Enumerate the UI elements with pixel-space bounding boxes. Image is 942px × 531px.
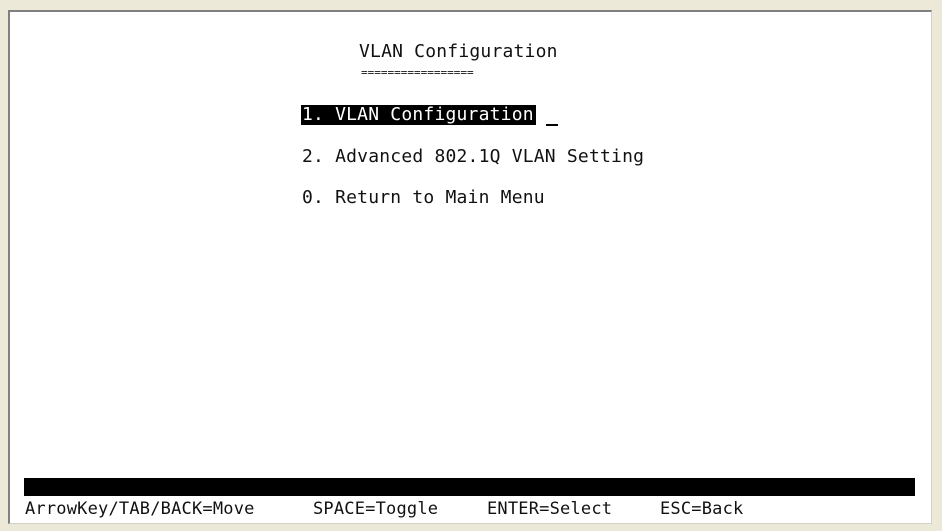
terminal-screen[interactable]: VLAN Configuration ================= 1. …	[8, 10, 932, 524]
menu-item-advanced-8021q-vlan-setting[interactable]: 2. Advanced 802.1Q VLAN Setting	[302, 147, 644, 167]
menu-item-return-to-main-menu[interactable]: 0. Return to Main Menu	[302, 188, 545, 208]
status-bar	[24, 478, 915, 496]
window-frame: VLAN Configuration ================= 1. …	[0, 0, 942, 531]
text-cursor	[546, 124, 558, 126]
hint-select: ENTER=Select	[487, 499, 613, 519]
page-title: VLAN Configuration	[359, 41, 558, 62]
title-underline: =================	[361, 66, 474, 79]
hint-back: ESC=Back	[660, 499, 744, 519]
hint-move: ArrowKey/TAB/BACK=Move	[25, 499, 255, 519]
menu-item-vlan-configuration[interactable]: 1. VLAN Configuration	[301, 105, 536, 125]
hint-toggle: SPACE=Toggle	[313, 499, 439, 519]
